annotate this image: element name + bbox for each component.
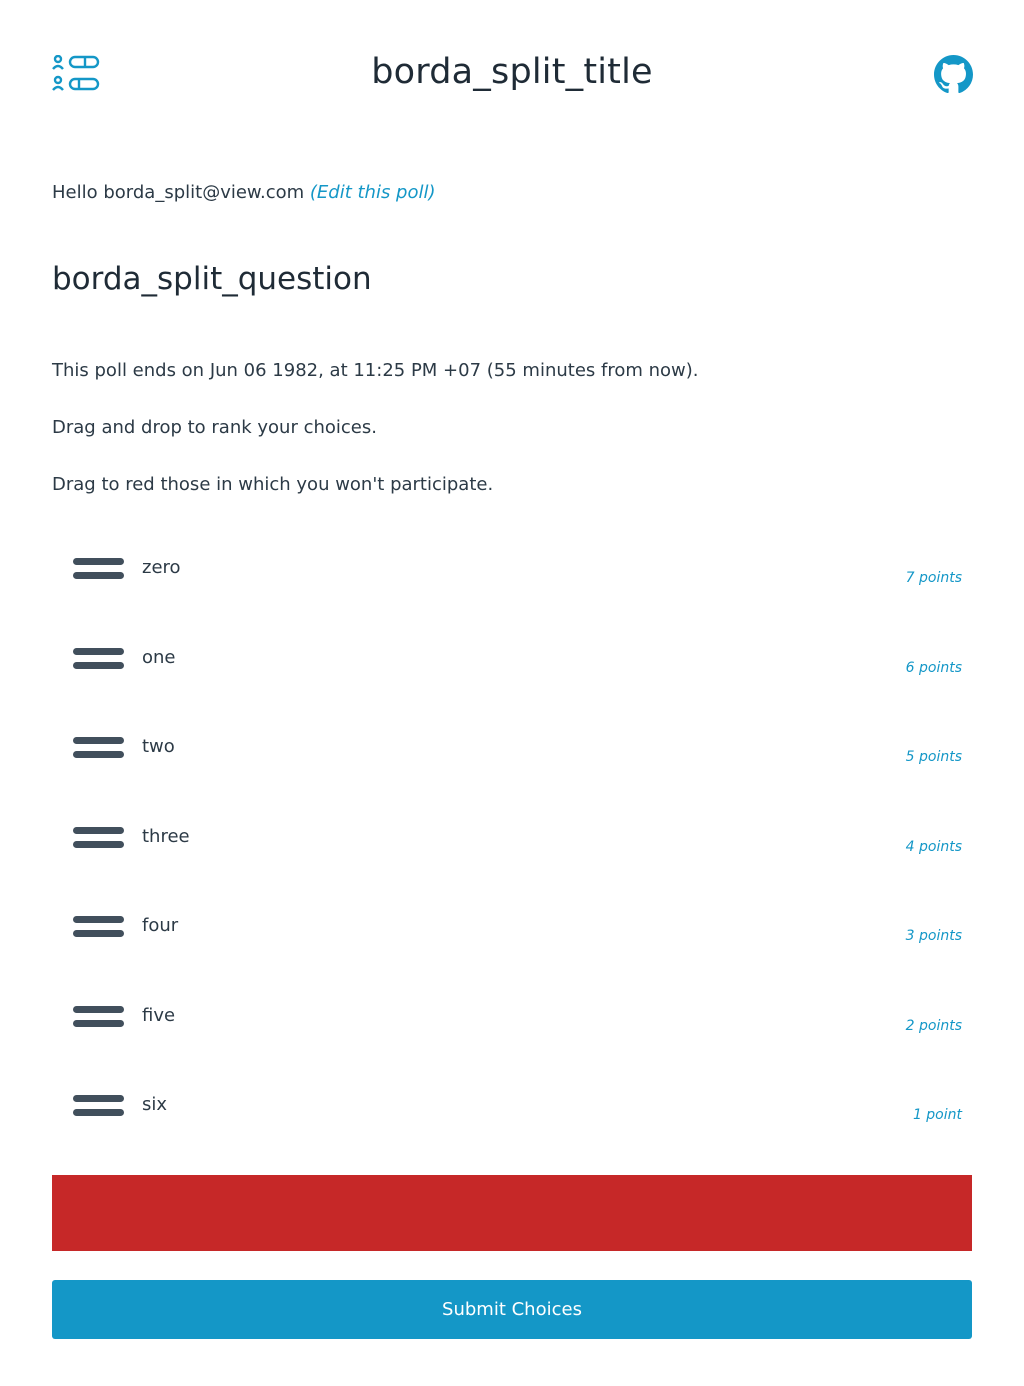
choice-label: one — [142, 646, 176, 668]
drag-handle-icon[interactable] — [73, 647, 124, 670]
choice-label: four — [142, 915, 179, 936]
choice-points: 4 points — [905, 838, 962, 855]
drag-handle-icon[interactable] — [73, 558, 124, 580]
choice-points: 1 point — [912, 1107, 962, 1123]
choice-label: two — [142, 736, 175, 757]
edit-poll-link[interactable]: (Edit this poll) — [310, 182, 436, 203]
drag-handle-icon[interactable] — [73, 916, 124, 938]
reject-instruction: Drag to red those in which you won't par… — [52, 474, 494, 495]
choice-label: five — [142, 1004, 176, 1026]
choice-label: three — [142, 825, 190, 847]
drag-handle-icon[interactable] — [73, 737, 124, 759]
choice-points: 6 points — [905, 659, 962, 676]
choice-item[interactable]: three 4 points — [52, 801, 972, 891]
choice-list: zero 7 points one 6 points two 5 points … — [52, 532, 972, 1159]
choice-item[interactable]: two 5 points — [52, 711, 972, 801]
choice-points: 7 points — [905, 570, 962, 586]
drag-handle-icon[interactable] — [73, 1005, 124, 1028]
choice-item[interactable]: one 6 points — [52, 622, 972, 712]
choice-item[interactable]: zero 7 points — [52, 532, 972, 622]
choice-points: 2 points — [905, 1017, 962, 1034]
choice-item[interactable]: six 1 point — [52, 1069, 972, 1159]
drag-handle-icon[interactable] — [73, 1095, 124, 1117]
choice-label: six — [142, 1094, 168, 1115]
poll-question: borda_split_question — [52, 261, 372, 297]
greeting: Hello borda_split@view.com (Edit this po… — [52, 182, 436, 203]
drag-handle-icon[interactable] — [73, 826, 124, 849]
choice-item[interactable]: four 3 points — [52, 890, 972, 980]
greeting-text: Hello borda_split@view.com — [52, 182, 305, 203]
poll-end-text: This poll ends on Jun 06 1982, at 11:25 … — [52, 360, 699, 381]
choice-points: 3 points — [905, 928, 962, 944]
rank-instruction: Drag and drop to rank your choices. — [52, 417, 377, 438]
reject-drop-zone[interactable] — [52, 1175, 972, 1251]
poll-page: borda_split_title Hello borda_split@view… — [0, 0, 1024, 1386]
choice-item[interactable]: five 2 points — [52, 980, 972, 1070]
app-title: borda_split_title — [371, 52, 653, 92]
choice-label: zero — [142, 557, 181, 578]
github-icon[interactable] — [934, 55, 973, 94]
submit-choices-button[interactable]: Submit Choices — [52, 1280, 972, 1339]
choice-points: 5 points — [905, 749, 962, 765]
header: borda_split_title — [0, 0, 1024, 150]
